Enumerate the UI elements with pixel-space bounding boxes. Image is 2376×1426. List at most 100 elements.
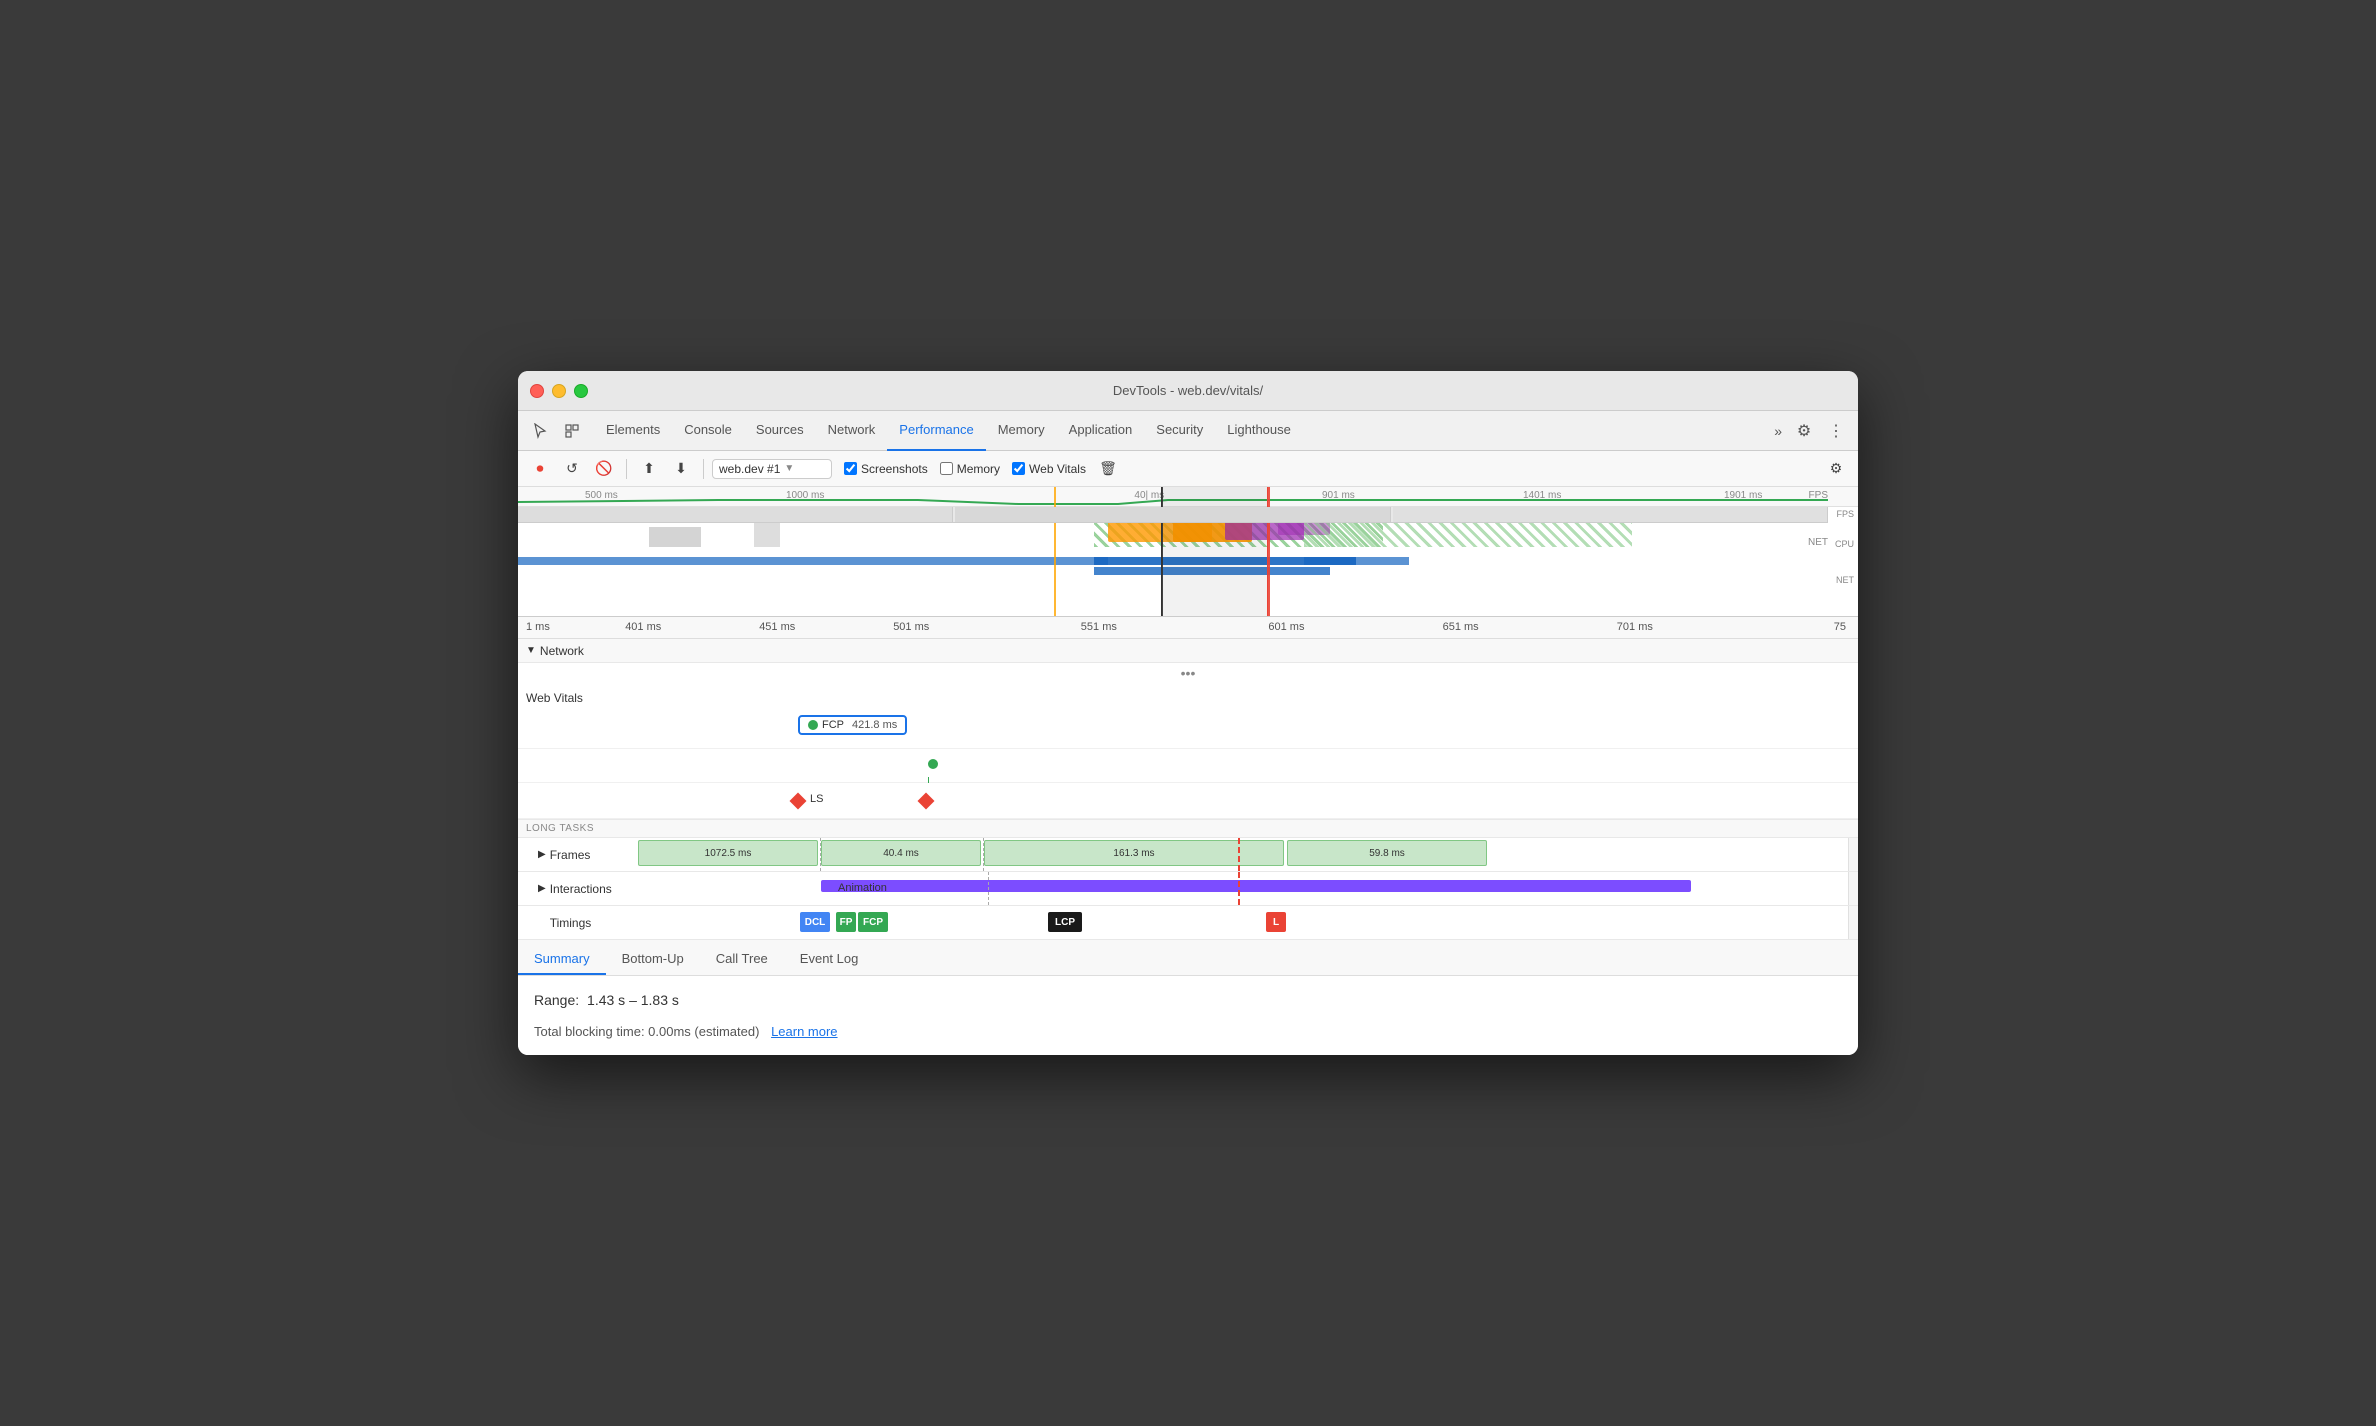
controls-bar: ⏺ ↺ 🚫 ⬆ ⬇ web.dev #1 ▼ Screenshots Memor… (518, 451, 1858, 487)
traffic-lights (530, 384, 588, 398)
tab-network[interactable]: Network (816, 411, 888, 451)
frame-block-4[interactable]: 59.8 ms (1287, 840, 1487, 866)
dtick-451ms: 451 ms (759, 621, 795, 633)
web-vitals-toggle[interactable]: Web Vitals (1012, 462, 1086, 476)
overview-panel: 500 ms 1000 ms 40| ms 901 ms 1401 ms 190… (518, 487, 1858, 617)
timings-row: ▶ Timings DCL FP FCP LCP L (518, 906, 1858, 940)
lcp-vital-dot (928, 759, 938, 769)
minimize-button[interactable] (552, 384, 566, 398)
dtick-651ms: 651 ms (1443, 621, 1479, 633)
fps-track-label: FPS (1836, 509, 1854, 519)
dtick-551ms: 551 ms (1081, 621, 1117, 633)
timing-dcl[interactable]: DCL (800, 912, 830, 932)
tab-security[interactable]: Security (1144, 411, 1215, 451)
interactions-row: ▶ Interactions Animation (518, 872, 1858, 906)
dtick-701ms: 701 ms (1617, 621, 1653, 633)
screenshots-checkbox[interactable] (844, 462, 857, 475)
interactions-label[interactable]: ▶ Interactions (518, 882, 638, 896)
timings-scrollbar (1848, 906, 1858, 939)
separator-1 (626, 459, 627, 479)
ls-diamond-1 (790, 793, 807, 810)
tab-application[interactable]: Application (1057, 411, 1145, 451)
screenshots-strip (518, 507, 1828, 523)
tab-event-log[interactable]: Event Log (784, 943, 875, 975)
ls-label: LS (810, 793, 823, 805)
frame-block-1[interactable]: 1072.5 ms (638, 840, 818, 866)
web-vitals-label: Web Vitals (518, 683, 1858, 709)
tab-performance[interactable]: Performance (887, 411, 985, 451)
tabs-bar: Elements Console Sources Network Perform… (518, 411, 1858, 451)
frames-label[interactable]: ▶ Frames (518, 848, 638, 862)
interactions-bar (821, 880, 1691, 892)
track-scrollbar (1848, 838, 1858, 871)
devtools-window: DevTools - web.dev/vitals/ Elements Cons… (518, 371, 1858, 1055)
summary-area: Range: 1.43 s – 1.83 s Total blocking ti… (518, 976, 1858, 1055)
web-vitals-section: Web Vitals FCP 421.8 ms LS (518, 683, 1858, 819)
interactions-expand-icon[interactable]: ▶ (538, 883, 546, 894)
tab-icons (526, 417, 586, 445)
tab-memory[interactable]: Memory (986, 411, 1057, 451)
inspect-icon[interactable] (558, 417, 586, 445)
network-section-label: Network (540, 644, 584, 658)
ls-diamond-2 (918, 793, 935, 810)
selector-arrow-icon: ▼ (784, 463, 794, 474)
close-button[interactable] (530, 384, 544, 398)
upload-button[interactable]: ⬆ (635, 455, 663, 483)
tab-lighthouse[interactable]: Lighthouse (1215, 411, 1303, 451)
frame-dline-2 (983, 838, 984, 871)
clear-button[interactable]: 🚫 (590, 455, 618, 483)
network-collapse-icon[interactable]: ▼ (526, 645, 536, 656)
fcp-row: FCP 421.8 ms (518, 709, 1858, 749)
delete-icon[interactable]: 🗑 (1094, 455, 1122, 483)
devtools-right-icons: ⚙ ⋮ (1790, 417, 1850, 445)
title-bar: DevTools - web.dev/vitals/ (518, 371, 1858, 411)
dtick-75: 75 (1834, 621, 1846, 633)
learn-more-link[interactable]: Learn more (771, 1024, 837, 1039)
capture-settings-icon[interactable]: ⚙ (1822, 455, 1850, 483)
lcp-row (518, 749, 1858, 783)
timing-l[interactable]: L (1266, 912, 1286, 932)
record-button[interactable]: ⏺ (526, 455, 554, 483)
timing-fcp[interactable]: FCP (858, 912, 888, 932)
frame-dline-red (1238, 838, 1240, 871)
fcp-dot (808, 720, 818, 730)
tab-summary[interactable]: Summary (518, 943, 606, 975)
timing-fp[interactable]: FP (836, 912, 856, 932)
window-title: DevTools - web.dev/vitals/ (1113, 383, 1263, 398)
more-tabs-button[interactable]: » (1766, 423, 1790, 439)
tab-sources[interactable]: Sources (744, 411, 816, 451)
animation-label: Animation (838, 882, 887, 894)
web-vitals-checkbox[interactable] (1012, 462, 1025, 475)
frames-expand-icon[interactable]: ▶ (538, 849, 546, 860)
fcp-badge: FCP 421.8 ms (798, 715, 907, 735)
memory-checkbox[interactable] (940, 462, 953, 475)
dtick-1ms: 1 ms (526, 621, 550, 633)
range-display: Range: 1.43 s – 1.83 s (534, 992, 1842, 1008)
settings-icon[interactable]: ⚙ (1790, 417, 1818, 445)
tab-call-tree[interactable]: Call Tree (700, 943, 784, 975)
long-tasks-label: LONG TASKS (518, 819, 1858, 838)
tab-elements[interactable]: Elements (594, 411, 672, 451)
screenshots-toggle[interactable]: Screenshots (844, 462, 928, 476)
net-track-label: NET (1836, 575, 1854, 585)
cursor-icon[interactable] (526, 417, 554, 445)
timing-lcp[interactable]: LCP (1048, 912, 1082, 932)
maximize-button[interactable] (574, 384, 588, 398)
tab-console[interactable]: Console (672, 411, 744, 451)
separator-2 (703, 459, 704, 479)
frame-dline-1 (820, 838, 821, 871)
memory-toggle[interactable]: Memory (940, 462, 1000, 476)
tab-bottom-up[interactable]: Bottom-Up (606, 943, 700, 975)
detail-ruler: 1 ms 401 ms 451 ms 501 ms 551 ms 601 ms … (518, 617, 1858, 639)
timings-content: DCL FP FCP LCP L (638, 906, 1848, 939)
frame-block-2[interactable]: 40.4 ms (821, 840, 981, 866)
interactions-scrollbar (1848, 872, 1858, 905)
interactions-dline-red (1238, 872, 1240, 905)
recording-selector[interactable]: web.dev #1 ▼ (712, 459, 832, 479)
network-section-header: ▼ Network (518, 639, 1858, 663)
reload-record-button[interactable]: ↺ (558, 455, 586, 483)
more-options-icon[interactable]: ⋮ (1822, 417, 1850, 445)
bottom-tabs: Summary Bottom-Up Call Tree Event Log (518, 940, 1858, 976)
download-button[interactable]: ⬇ (667, 455, 695, 483)
tabs-list: Elements Console Sources Network Perform… (594, 411, 1766, 451)
